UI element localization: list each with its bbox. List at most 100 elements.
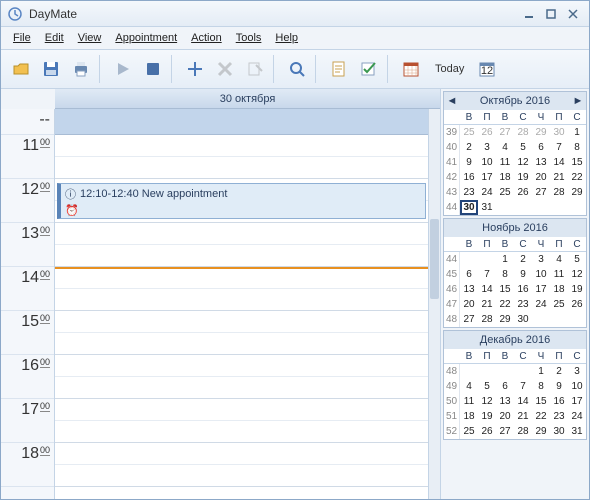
- calendar-day[interactable]: 29: [532, 125, 550, 140]
- calendar-day[interactable]: 17: [568, 394, 586, 409]
- calendar-day[interactable]: 28: [550, 185, 568, 200]
- today-button[interactable]: Today: [427, 59, 472, 79]
- menu-appointment[interactable]: Appointment: [109, 30, 183, 46]
- calendar-day[interactable]: 7: [550, 140, 568, 155]
- calendar-day[interactable]: 24: [532, 297, 550, 312]
- calendar-day[interactable]: 21: [550, 170, 568, 185]
- calendar-view-button[interactable]: [397, 55, 425, 83]
- calendar-day[interactable]: 26: [478, 424, 496, 439]
- calendar-day[interactable]: 31: [478, 200, 496, 215]
- calendar-day[interactable]: 7: [478, 267, 496, 282]
- vertical-scrollbar[interactable]: [428, 109, 440, 499]
- edit-button[interactable]: [241, 55, 269, 83]
- calendar-day[interactable]: 5: [568, 252, 586, 267]
- prev-month-button[interactable]: ◄: [446, 95, 458, 107]
- calendar-day[interactable]: 22: [532, 409, 550, 424]
- calendar-day[interactable]: [496, 200, 514, 215]
- calendar-day[interactable]: 18: [550, 282, 568, 297]
- calendar-day[interactable]: 25: [460, 125, 478, 140]
- calendar-day[interactable]: 28: [514, 424, 532, 439]
- print-button[interactable]: [67, 55, 95, 83]
- slot-column[interactable]: ⓘ12:10-12:40 New appointment⏰: [55, 109, 440, 499]
- calendar-day[interactable]: 17: [532, 282, 550, 297]
- maximize-button[interactable]: [541, 5, 561, 23]
- calendar-day[interactable]: [496, 364, 514, 379]
- calendar-day[interactable]: [478, 364, 496, 379]
- calendar-day[interactable]: 1: [568, 125, 586, 140]
- calendar-day[interactable]: 4: [496, 140, 514, 155]
- calendar-day[interactable]: 17: [478, 170, 496, 185]
- calendar-day[interactable]: 20: [496, 409, 514, 424]
- calendar-day[interactable]: 16: [460, 170, 478, 185]
- minimize-button[interactable]: [519, 5, 539, 23]
- calendar-day[interactable]: 27: [496, 125, 514, 140]
- calendar-day[interactable]: 20: [532, 170, 550, 185]
- calendar-day[interactable]: 8: [532, 379, 550, 394]
- next-month-button[interactable]: ►: [572, 95, 584, 107]
- allday-slot[interactable]: [55, 109, 440, 135]
- calendar-day[interactable]: 7: [514, 379, 532, 394]
- calendar-day[interactable]: 24: [568, 409, 586, 424]
- calendar-day[interactable]: 2: [550, 364, 568, 379]
- calendar-day[interactable]: 21: [478, 297, 496, 312]
- calendar-day[interactable]: 3: [568, 364, 586, 379]
- calendar-day[interactable]: 4: [460, 379, 478, 394]
- calendar-day[interactable]: 14: [514, 394, 532, 409]
- calendar-day[interactable]: 30: [550, 125, 568, 140]
- calendar-day[interactable]: 11: [460, 394, 478, 409]
- calendar-day[interactable]: 1: [532, 364, 550, 379]
- calendar-day[interactable]: 30: [514, 312, 532, 327]
- calendar-day[interactable]: [550, 200, 568, 215]
- calendar-day[interactable]: [532, 312, 550, 327]
- calendar-day[interactable]: 31: [568, 424, 586, 439]
- calendar-day[interactable]: 18: [460, 409, 478, 424]
- delete-button[interactable]: [211, 55, 239, 83]
- calendar-day[interactable]: 25: [550, 297, 568, 312]
- calendar-day[interactable]: 26: [568, 297, 586, 312]
- calendar-day[interactable]: 13: [532, 155, 550, 170]
- stop-button[interactable]: [139, 55, 167, 83]
- open-button[interactable]: [7, 55, 35, 83]
- calendar-day[interactable]: 9: [550, 379, 568, 394]
- calendar-day[interactable]: 23: [460, 185, 478, 200]
- menu-tools[interactable]: Tools: [230, 30, 268, 46]
- calendar-day[interactable]: 25: [496, 185, 514, 200]
- calendar-day[interactable]: 29: [532, 424, 550, 439]
- calendar-day[interactable]: [514, 364, 532, 379]
- calendar-day[interactable]: [532, 200, 550, 215]
- calendar-day[interactable]: 29: [568, 185, 586, 200]
- menu-action[interactable]: Action: [185, 30, 228, 46]
- calendar-day[interactable]: [460, 252, 478, 267]
- calendar-day[interactable]: 16: [514, 282, 532, 297]
- calendar-day[interactable]: 19: [514, 170, 532, 185]
- calendar-day[interactable]: [478, 252, 496, 267]
- menu-edit[interactable]: Edit: [39, 30, 70, 46]
- add-button[interactable]: [181, 55, 209, 83]
- calendar-day[interactable]: 25: [460, 424, 478, 439]
- calendar-day[interactable]: 24: [478, 185, 496, 200]
- calendar-day[interactable]: 2: [514, 252, 532, 267]
- calendar-day[interactable]: 12: [568, 267, 586, 282]
- calendar-day[interactable]: 10: [568, 379, 586, 394]
- calendar-day[interactable]: 15: [532, 394, 550, 409]
- calendar-day[interactable]: 21: [514, 409, 532, 424]
- calendar-day[interactable]: 12: [478, 394, 496, 409]
- close-button[interactable]: [563, 5, 583, 23]
- calendar-day[interactable]: 10: [532, 267, 550, 282]
- play-button[interactable]: [109, 55, 137, 83]
- calendar-day[interactable]: 19: [478, 409, 496, 424]
- appointment-block[interactable]: ⓘ12:10-12:40 New appointment⏰: [57, 183, 426, 219]
- calendar-day[interactable]: 27: [496, 424, 514, 439]
- calendar-day[interactable]: 16: [550, 394, 568, 409]
- calendar-day[interactable]: 13: [496, 394, 514, 409]
- calendar-day[interactable]: 23: [550, 409, 568, 424]
- calendar-day[interactable]: 30: [550, 424, 568, 439]
- goto-date-button[interactable]: 12: [474, 55, 502, 83]
- calendar-day[interactable]: 6: [532, 140, 550, 155]
- notes-button[interactable]: [325, 55, 353, 83]
- calendar-day[interactable]: 10: [478, 155, 496, 170]
- calendar-day[interactable]: 15: [568, 155, 586, 170]
- scroll-thumb[interactable]: [430, 219, 439, 299]
- calendar-day[interactable]: 1: [496, 252, 514, 267]
- calendar-day[interactable]: 13: [460, 282, 478, 297]
